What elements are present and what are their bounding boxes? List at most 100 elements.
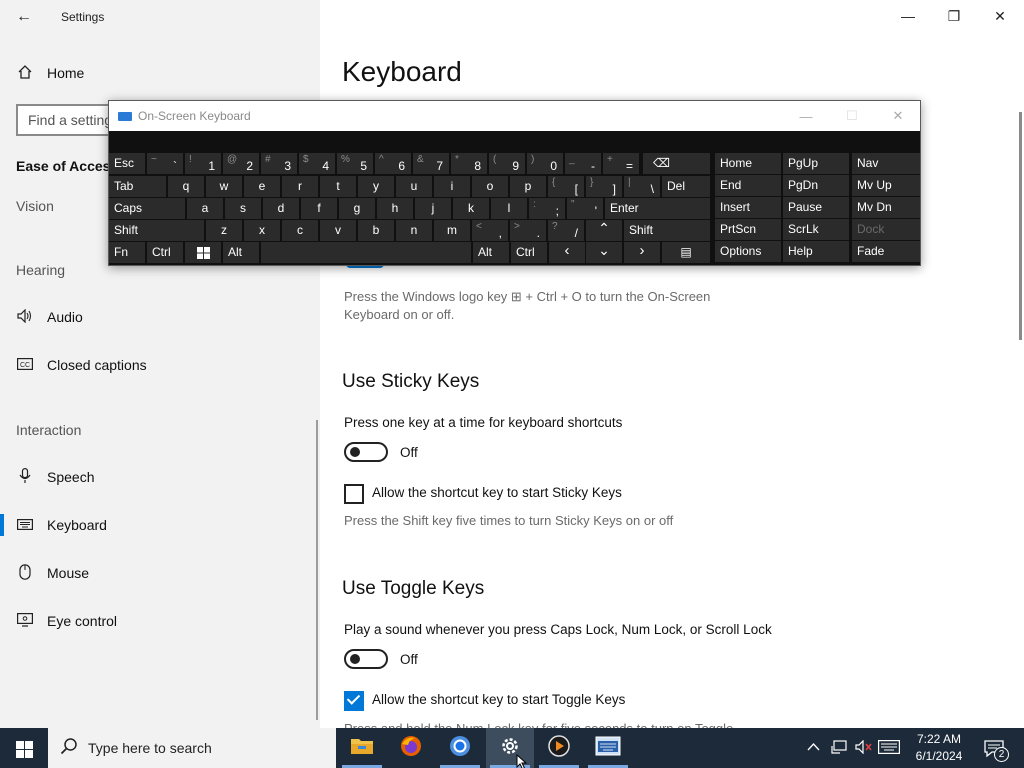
sidebar-item-closed-captions[interactable]: CC Closed captions [0,345,320,385]
key-number-row[interactable]: ! 1 [185,153,221,174]
key-number-row[interactable]: ) 0 [527,153,563,174]
key-letter[interactable]: f [301,198,337,219]
key-fade[interactable]: Fade [852,241,920,262]
key-number-row[interactable]: $4 [299,153,335,174]
key-caps[interactable]: Caps [109,198,185,219]
key-letter[interactable]: z [206,220,242,241]
back-button[interactable]: ← [10,5,38,29]
key-alt-right[interactable]: Alt [473,242,509,263]
key-letter[interactable]: b [358,220,394,241]
key-options[interactable]: Options [715,241,781,262]
sidebar-item-eye-control[interactable]: Eye control [0,601,320,641]
osk-minimize-button[interactable]: — [783,101,829,131]
sidebar-item-mouse[interactable]: Mouse [0,553,320,593]
key-letter[interactable]: v [320,220,356,241]
nav-home[interactable]: Home [0,53,320,93]
chevron-up-icon[interactable] [807,740,820,755]
key-ctrl-right[interactable]: Ctrl [511,242,547,263]
taskbar-clock[interactable]: 7:22 AM 6/1/2024 [900,731,978,765]
key-letter[interactable]: c [282,220,318,241]
key-letter[interactable]: o [472,176,508,197]
nav-scrollbar[interactable] [316,420,318,720]
sticky-keys-shortcut-label[interactable]: Allow the shortcut key to start Sticky K… [372,485,622,500]
key-letter[interactable]: d [263,198,299,219]
key-left-arrow[interactable]: ‹ [549,242,585,263]
taskbar-search-box[interactable]: Type here to search [48,728,336,768]
key-ctrl-left[interactable]: Ctrl [147,242,183,263]
key-symbol[interactable]: }] [586,176,622,197]
key-enter[interactable]: Enter [605,198,710,219]
volume-muted-icon[interactable] [855,739,873,757]
key-letter[interactable]: e [244,176,280,197]
key-letter[interactable]: s [225,198,261,219]
restore-button[interactable]: ❐ [931,0,977,32]
key-number-row[interactable]: #3 [261,153,297,174]
key-dock[interactable]: Dock [852,219,920,240]
key-number-row[interactable]: _ - [565,153,601,174]
key-number-row[interactable]: ^ 6 [375,153,411,174]
key-symbol[interactable]: <, [472,220,508,241]
key-symbol[interactable]: " ' [567,198,603,219]
taskbar-firefox[interactable] [387,728,435,768]
sticky-keys-toggle[interactable] [344,442,388,462]
toggle-keys-shortcut-label[interactable]: Allow the shortcut key to start Toggle K… [372,692,625,707]
key-prtscn[interactable]: PrtScn [715,219,781,240]
key-number-row[interactable]: % 5 [337,153,373,174]
key-fn[interactable]: Fn [109,242,145,263]
key-number-row[interactable]: & 7 [413,153,449,174]
key-number-row[interactable]: @2 [223,153,259,174]
sidebar-item-speech[interactable]: Speech [0,457,320,497]
key-letter[interactable]: a [187,198,223,219]
key-mv-up[interactable]: Mv Up [852,175,920,196]
key-del[interactable]: Del [662,176,710,197]
key-letter[interactable]: j [415,198,451,219]
key-letter[interactable]: h [377,198,413,219]
key-symbol[interactable]: >. [510,220,546,241]
main-scrollbar[interactable] [1019,112,1022,340]
key-home[interactable]: Home [715,153,781,174]
key-mv-dn[interactable]: Mv Dn [852,197,920,218]
key-tab[interactable]: Tab [109,176,166,197]
taskbar-on-screen-keyboard[interactable] [584,728,632,768]
minimize-button[interactable]: — [885,0,931,32]
key-letter[interactable]: t [320,176,356,197]
osk-title-bar[interactable]: On-Screen Keyboard — ☐ ✕ [109,101,920,131]
key-down-arrow[interactable]: ⌄ [586,242,622,263]
key-up-arrow[interactable]: ⌃ [586,220,622,241]
key-letter[interactable]: m [434,220,470,241]
key-shift-left[interactable]: Shift [109,220,204,241]
key-letter[interactable]: l [491,198,527,219]
key-backspace[interactable]: ⌫ [643,153,710,174]
key-help[interactable]: Help [783,241,849,262]
start-button[interactable] [0,728,48,768]
key-letter[interactable]: g [339,198,375,219]
sticky-keys-shortcut-checkbox[interactable] [344,484,364,504]
key-pgup[interactable]: PgUp [783,153,849,174]
key-windows[interactable] [185,242,221,263]
key-letter[interactable]: x [244,220,280,241]
key-alt-left[interactable]: Alt [223,242,259,263]
key-insert[interactable]: Insert [715,197,781,218]
key-number-row[interactable]: + = [603,153,639,174]
toggle-keys-shortcut-checkbox[interactable] [344,691,364,711]
key-pgdn[interactable]: PgDn [783,175,849,196]
key-scrlk[interactable]: ScrLk [783,219,849,240]
key-letter[interactable]: k [453,198,489,219]
key-symbol[interactable]: ? / [548,220,584,241]
sidebar-item-keyboard[interactable]: Keyboard [0,505,320,545]
key-number-row[interactable]: * 8 [451,153,487,174]
key-right-arrow[interactable]: › [624,242,660,263]
key-letter[interactable]: q [168,176,204,197]
key-pause[interactable]: Pause [783,197,849,218]
osk-maximize-button[interactable]: ☐ [829,101,875,131]
key-symbol[interactable]: :; [529,198,565,219]
key-menu[interactable]: ▤ [662,242,710,263]
key-number-row[interactable]: (9 [489,153,525,174]
network-icon[interactable] [831,740,847,757]
key-letter[interactable]: r [282,176,318,197]
key-letter[interactable]: y [358,176,394,197]
touch-keyboard-icon[interactable] [878,740,900,757]
key-letter[interactable]: w [206,176,242,197]
action-center-button[interactable]: 2 [982,728,1024,768]
toggle-keys-toggle[interactable] [344,649,388,669]
